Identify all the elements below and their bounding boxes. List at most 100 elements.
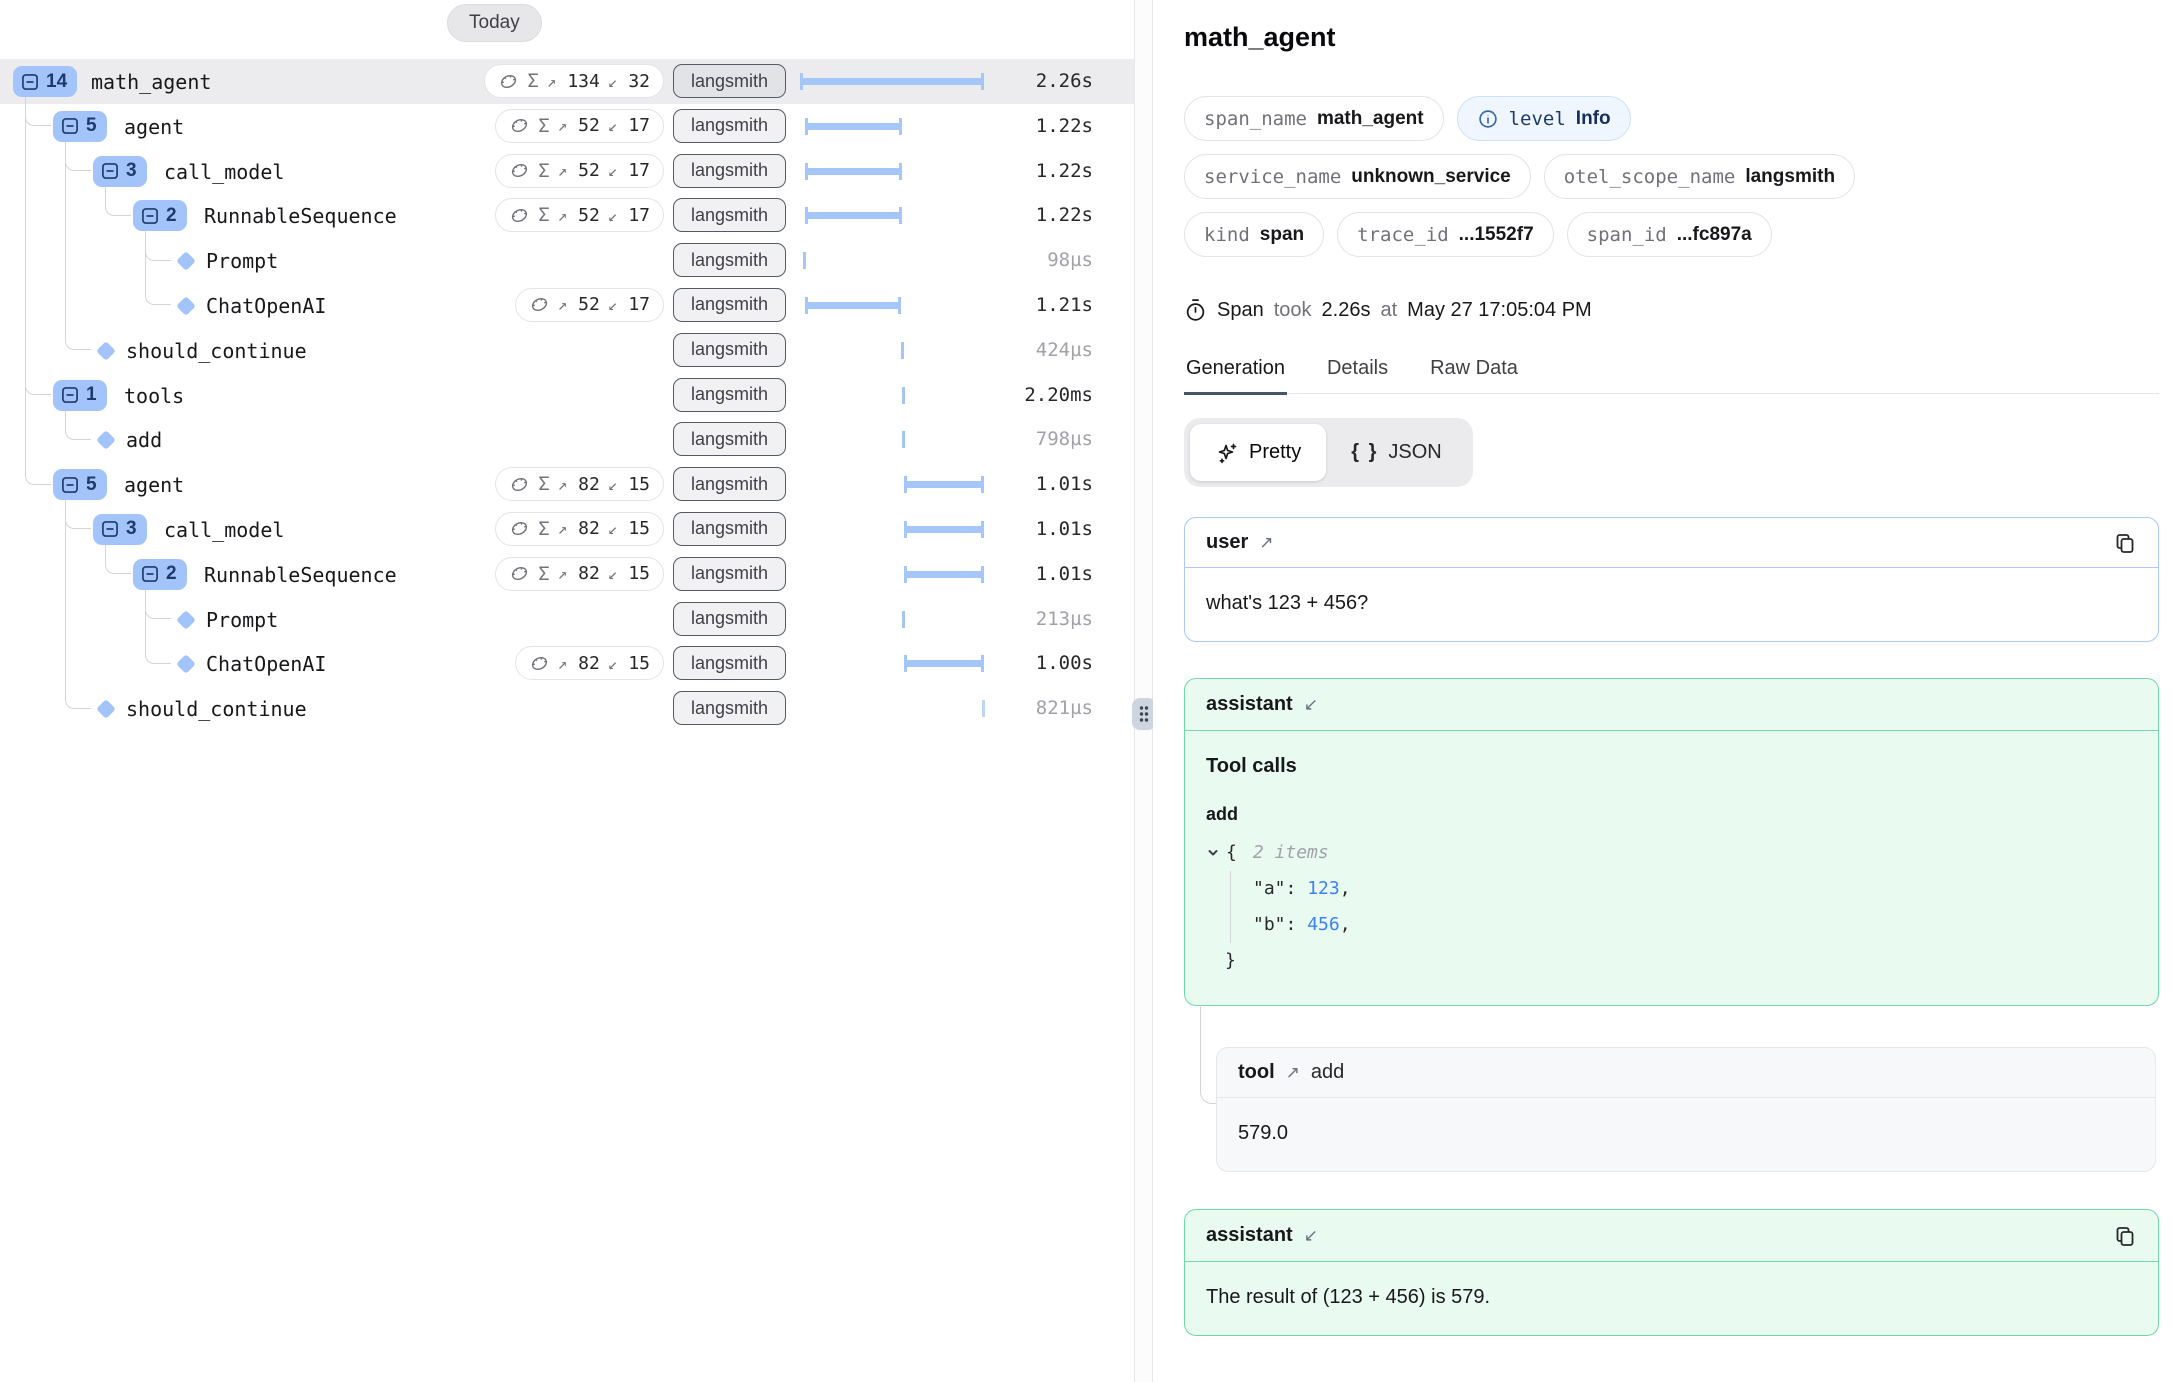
tree-row-call_model[interactable]: 3call_modelΣ↗ 52↙ 17langsmith1.22s bbox=[0, 149, 1134, 194]
span-name-label: add bbox=[126, 428, 162, 452]
waterfall-track bbox=[800, 342, 985, 359]
duration-label: 1.22s bbox=[1036, 204, 1093, 226]
tree-connector bbox=[65, 160, 91, 171]
collapse-minus-icon bbox=[100, 161, 120, 181]
message-role: assistant bbox=[1206, 1224, 1293, 1247]
json-entry: "b": 456, bbox=[1253, 907, 2137, 943]
collapse-toggle[interactable]: 3 bbox=[93, 156, 147, 187]
tree-row-agent[interactable]: 5agentΣ↗ 82↙ 15langsmith1.01s bbox=[0, 462, 1134, 507]
arrow-up-right-icon: ↗ bbox=[558, 161, 568, 180]
attr-pill-service-name: service_name unknown_service bbox=[1184, 154, 1531, 199]
tree-connector bbox=[65, 429, 91, 440]
waterfall-track bbox=[800, 207, 985, 224]
span-bar bbox=[805, 123, 902, 130]
copy-button[interactable] bbox=[2113, 531, 2137, 555]
page-title: math_agent bbox=[1184, 22, 2159, 53]
tree-row-add[interactable]: addlangsmith798µs bbox=[0, 417, 1134, 462]
tree-row-should_continue[interactable]: should_continuelangsmith821µs bbox=[0, 686, 1134, 731]
detail-tabs: Generation Details Raw Data bbox=[1184, 357, 2159, 394]
leaf-diamond-icon bbox=[176, 654, 196, 674]
collapse-toggle[interactable]: 3 bbox=[93, 514, 147, 545]
tab-raw-data[interactable]: Raw Data bbox=[1428, 357, 1520, 395]
date-filter-pill[interactable]: Today bbox=[447, 4, 542, 42]
trace-tree-panel: Today 14math_agentΣ↗ 134↙ 32langsmith2.2… bbox=[0, 0, 1134, 1382]
collapse-toggle[interactable]: 14 bbox=[13, 66, 77, 97]
waterfall-track bbox=[800, 163, 985, 180]
sigma-icon: Σ bbox=[538, 204, 549, 226]
span-bar bbox=[805, 168, 902, 175]
copy-button[interactable] bbox=[2113, 1224, 2137, 1248]
tree-row-agent[interactable]: 5agentΣ↗ 52↙ 17langsmith1.22s bbox=[0, 104, 1134, 149]
pretty-view-button[interactable]: Pretty bbox=[1190, 424, 1326, 481]
tree-row-call_model[interactable]: 3call_modelΣ↗ 82↙ 15langsmith1.01s bbox=[0, 507, 1134, 552]
collapse-toggle[interactable]: 2 bbox=[133, 200, 187, 231]
meta-timestamp: May 27 17:05:04 PM bbox=[1407, 299, 1592, 322]
waterfall-track bbox=[800, 252, 985, 269]
attr-pill-span-id: span_id ...fc897a bbox=[1567, 212, 1772, 257]
json-root-line[interactable]: { 2 items bbox=[1206, 835, 2137, 871]
collapse-toggle[interactable]: 5 bbox=[53, 469, 107, 500]
input-tokens: ↗ 52 bbox=[558, 205, 600, 226]
tree-rail bbox=[65, 411, 66, 429]
vendor-badge: langsmith bbox=[673, 198, 786, 232]
span-bar-start bbox=[805, 163, 808, 180]
tab-generation[interactable]: Generation bbox=[1184, 357, 1287, 395]
span-bar-end bbox=[981, 476, 984, 493]
output-tokens: ↙ 15 bbox=[608, 474, 650, 495]
arrow-up-right-icon: ↗ bbox=[558, 206, 568, 225]
collapse-toggle[interactable]: 1 bbox=[53, 380, 107, 411]
span-name-label: tools bbox=[124, 384, 184, 408]
json-view-button[interactable]: { } JSON bbox=[1326, 424, 1466, 481]
output-tokens: ↙ 17 bbox=[608, 205, 650, 226]
tree-connector bbox=[25, 384, 51, 395]
duration-label: 1.22s bbox=[1036, 160, 1093, 182]
meta-span-word: Span bbox=[1217, 299, 1264, 322]
span-bar-end bbox=[898, 297, 901, 314]
tree-row-RunnableSequence[interactable]: 2RunnableSequenceΣ↗ 82↙ 15langsmith1.01s bbox=[0, 552, 1134, 597]
collapse-toggle[interactable]: 2 bbox=[133, 559, 187, 590]
output-tokens: ↙ 15 bbox=[608, 518, 650, 539]
tree-row-math_agent[interactable]: 14math_agentΣ↗ 134↙ 32langsmith2.26s bbox=[0, 59, 1134, 104]
arrow-down-left-icon: ↙ bbox=[608, 72, 618, 91]
tree-row-should_continue[interactable]: should_continuelangsmith424µs bbox=[0, 328, 1134, 373]
tree-row-RunnableSequence[interactable]: 2RunnableSequenceΣ↗ 52↙ 17langsmith1.22s bbox=[0, 193, 1134, 238]
message-role: assistant bbox=[1206, 693, 1293, 716]
waterfall-track bbox=[800, 476, 985, 493]
duration-label: 1.00s bbox=[1036, 652, 1093, 674]
tree-row-tools[interactable]: 1toolslangsmith2.20ms bbox=[0, 373, 1134, 418]
token-coin-icon bbox=[509, 205, 530, 226]
tree-connector bbox=[145, 608, 171, 619]
span-bar-start bbox=[805, 118, 808, 135]
child-count: 3 bbox=[126, 518, 137, 540]
tree-connector bbox=[105, 205, 131, 216]
span-bar-end bbox=[981, 521, 984, 538]
trace-viewer-app: Today 14math_agentΣ↗ 134↙ 32langsmith2.2… bbox=[0, 0, 2172, 1382]
span-name-label: Prompt bbox=[206, 608, 278, 632]
arrow-down-left-icon: ↙ bbox=[1304, 1226, 1318, 1246]
panel-resize-handle[interactable] bbox=[1132, 698, 1156, 730]
tree-connector bbox=[65, 698, 91, 709]
tree-rail bbox=[145, 231, 146, 294]
arrow-down-left-icon: ↙ bbox=[608, 161, 618, 180]
tree-connector bbox=[65, 518, 91, 529]
copy-icon bbox=[2113, 531, 2137, 555]
sparkles-icon bbox=[1215, 441, 1239, 465]
token-coin-icon bbox=[509, 518, 530, 539]
collapse-toggle[interactable]: 5 bbox=[53, 111, 107, 142]
json-label: JSON bbox=[1388, 441, 1441, 464]
tree-row-ChatOpenAI[interactable]: ChatOpenAI↗ 52↙ 17langsmith1.21s bbox=[0, 283, 1134, 328]
child-count: 5 bbox=[86, 474, 97, 496]
leaf-diamond-icon bbox=[176, 610, 196, 630]
tab-details[interactable]: Details bbox=[1325, 357, 1390, 395]
arrow-down-left-icon: ↙ bbox=[608, 654, 618, 673]
stopwatch-icon bbox=[1184, 298, 1207, 322]
message-content: what's 123 + 456? bbox=[1185, 568, 2158, 641]
leaf-diamond-icon bbox=[96, 699, 116, 719]
span-name-label: RunnableSequence bbox=[204, 563, 397, 587]
token-usage-badge: Σ↗ 82↙ 15 bbox=[495, 512, 664, 546]
duration-label: 1.21s bbox=[1036, 294, 1093, 316]
attr-key: trace_id bbox=[1357, 224, 1449, 246]
token-usage-badge: Σ ↗ 52 ↙ 17 bbox=[495, 198, 664, 232]
span-name-label: ChatOpenAI bbox=[206, 294, 326, 318]
vendor-badge: langsmith bbox=[673, 333, 786, 367]
